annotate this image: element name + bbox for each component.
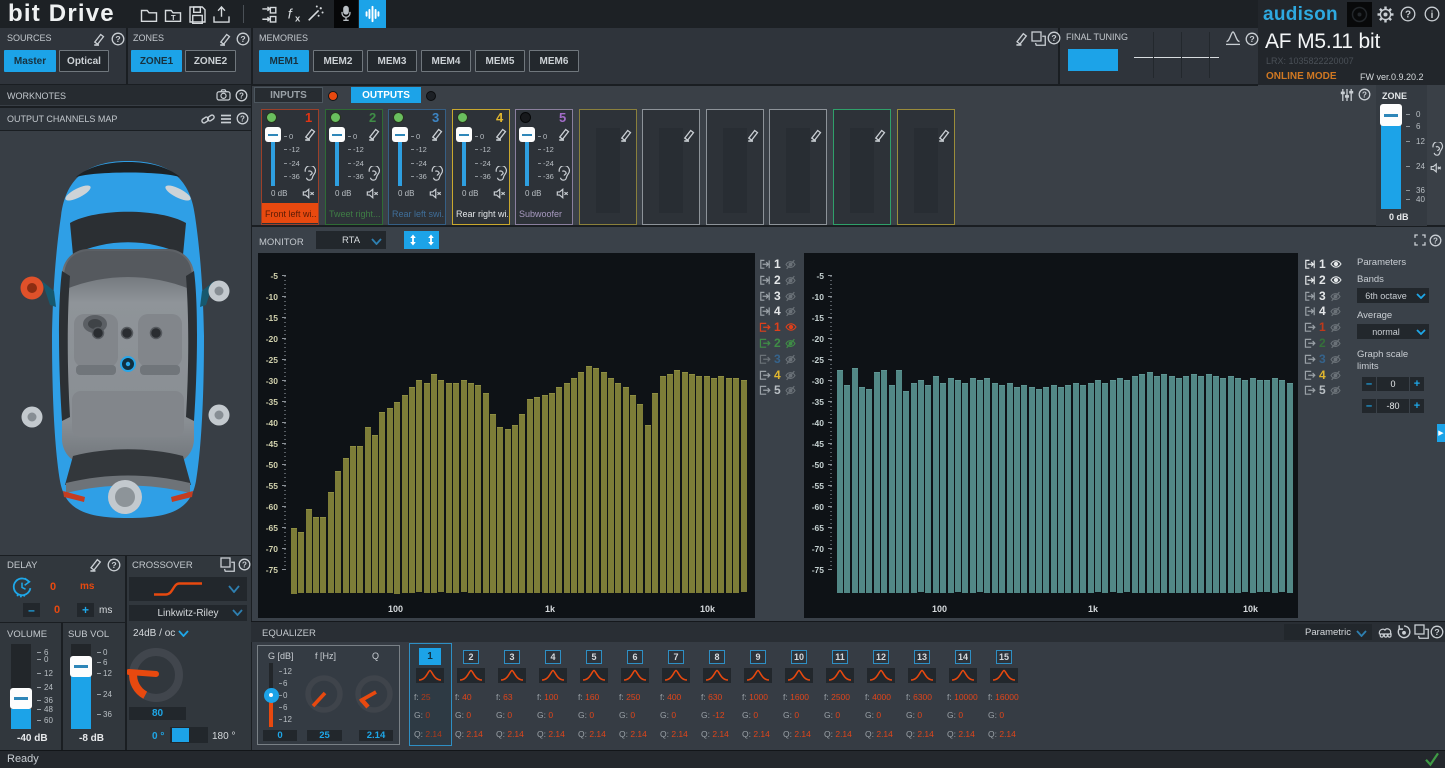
svg-text:?: ? [115, 34, 120, 44]
svg-text:?: ? [1362, 90, 1367, 99]
svg-text:?: ? [1249, 34, 1254, 44]
svg-text:T: T [171, 13, 176, 22]
svg-text:?: ? [1051, 33, 1056, 43]
svg-text:i: i [1431, 10, 1434, 21]
svg-text:?: ? [1434, 627, 1439, 637]
svg-text:?: ? [242, 560, 247, 569]
svg-text:?: ? [239, 91, 244, 100]
svg-text:f: f [288, 7, 294, 23]
svg-text:?: ? [1405, 10, 1411, 21]
svg-text:x: x [295, 14, 301, 24]
svg-text:?: ? [111, 560, 116, 570]
svg-text:?: ? [240, 114, 245, 123]
svg-text:?: ? [1433, 236, 1438, 245]
svg-text:?: ? [240, 34, 245, 44]
